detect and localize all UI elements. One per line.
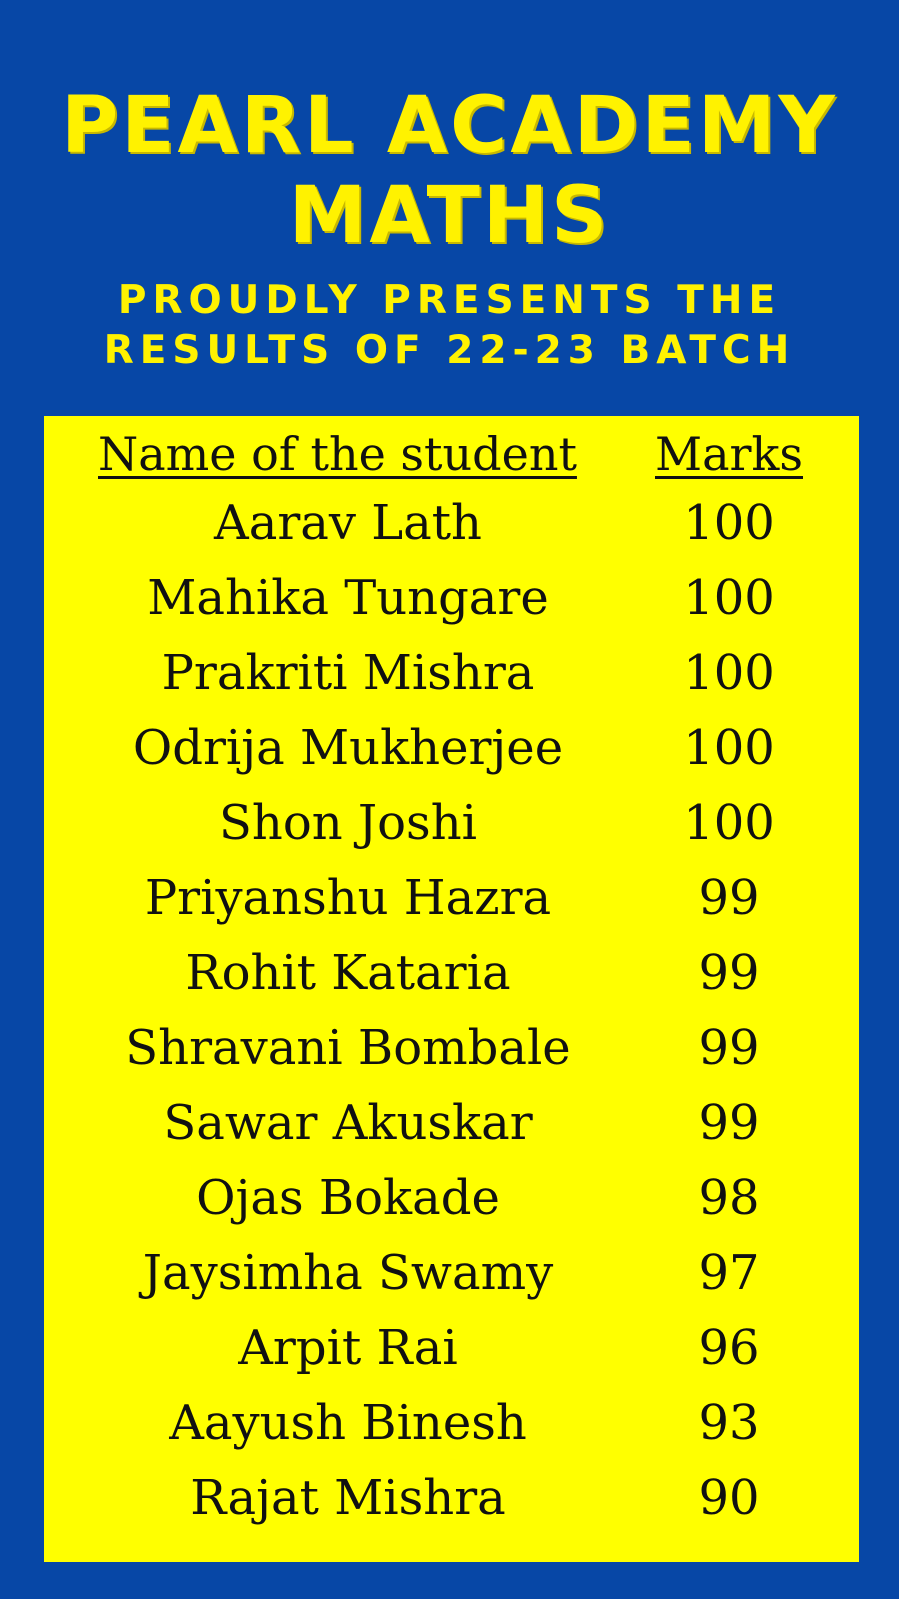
student-name: Mahika Tungare <box>147 570 549 626</box>
table-row: Mahika Tungare 100 <box>44 561 859 636</box>
table-row: Sawar Akuskar 99 <box>44 1086 859 1161</box>
student-name: Sawar Akuskar <box>163 1095 533 1151</box>
column-header-marks: Marks <box>655 427 803 481</box>
academy-title: PEARL ACADEMY <box>61 81 838 171</box>
student-name: Arpit Rai <box>238 1320 458 1376</box>
table-row: Rajat Mishra 90 <box>44 1461 859 1536</box>
student-name: Prakriti Mishra <box>161 645 535 701</box>
results-table: Name of the student Marks Aarav Lath 100… <box>44 416 859 1562</box>
subtitle-line-2: RESULTS OF 22-23 BATCH <box>103 328 796 373</box>
student-name: Shravani Bombale <box>125 1020 571 1076</box>
student-marks: 99 <box>698 1095 760 1151</box>
table-row: Rohit Kataria 99 <box>44 936 859 1011</box>
student-name: Aayush Binesh <box>169 1395 527 1451</box>
student-marks: 100 <box>683 495 775 551</box>
table-row: Prakriti Mishra 100 <box>44 636 859 711</box>
student-marks: 96 <box>698 1320 760 1376</box>
student-name: Priyanshu Hazra <box>144 870 552 926</box>
table-row: Shon Joshi 100 <box>44 786 859 861</box>
table-row: Priyanshu Hazra 99 <box>44 861 859 936</box>
student-marks: 99 <box>698 945 760 1001</box>
student-marks: 99 <box>698 1020 760 1076</box>
subtitle-line-1: PROUDLY PRESENTS THE <box>117 278 782 323</box>
student-name: Aarav Lath <box>214 495 482 551</box>
column-header-name: Name of the student <box>98 427 577 481</box>
student-name: Rajat Mishra <box>190 1470 506 1526</box>
student-name: Shon Joshi <box>219 795 477 851</box>
table-row: Aarav Lath 100 <box>44 486 859 561</box>
student-marks: 100 <box>683 645 775 701</box>
student-marks: 97 <box>698 1245 760 1301</box>
table-row: Arpit Rai 96 <box>44 1311 859 1386</box>
student-marks: 100 <box>683 720 775 776</box>
results-poster: PEARL ACADEMY MATHS PROUDLY PRESENTS THE… <box>0 0 899 1599</box>
student-name: Odrija Mukherjee <box>132 720 564 776</box>
student-marks: 100 <box>683 795 775 851</box>
table-row: Jaysimha Swamy 97 <box>44 1236 859 1311</box>
student-marks: 90 <box>698 1470 760 1526</box>
student-name: Jaysimha Swamy <box>142 1245 554 1301</box>
table-row: Ojas Bokade 98 <box>44 1161 859 1236</box>
table-row: Odrija Mukherjee 100 <box>44 711 859 786</box>
table-row: Aayush Binesh 93 <box>44 1386 859 1461</box>
student-marks: 98 <box>698 1170 760 1226</box>
subject-title: MATHS <box>288 171 611 261</box>
table-row: Shravani Bombale 99 <box>44 1011 859 1086</box>
student-marks: 100 <box>683 570 775 626</box>
student-marks: 99 <box>698 870 760 926</box>
student-name: Ojas Bokade <box>196 1170 500 1226</box>
student-marks: 93 <box>698 1395 760 1451</box>
student-name: Rohit Kataria <box>185 945 511 1001</box>
